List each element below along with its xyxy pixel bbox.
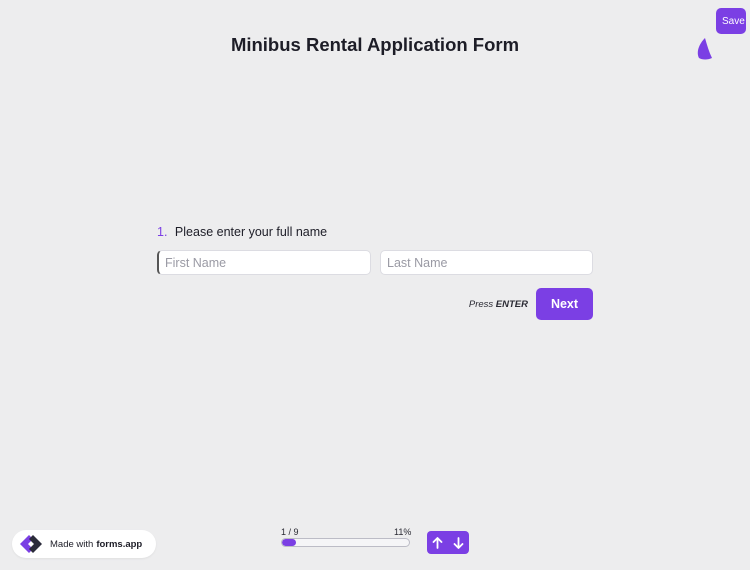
question-navigation [427,531,469,554]
first-name-input[interactable] [157,250,371,275]
arrow-up-icon [432,536,443,549]
previous-question-button[interactable] [427,531,448,554]
form-title: Minibus Rental Application Form [230,34,520,55]
progress-percent: 11% [394,527,412,537]
made-with-badge[interactable]: Made with forms.app [12,530,156,558]
progress-bar-fill [282,539,296,546]
next-question-button[interactable] [448,531,469,554]
progress-bar [281,538,410,547]
next-button[interactable]: Next [536,288,593,320]
save-button[interactable]: Save [716,8,746,34]
last-name-input[interactable] [380,250,593,275]
enter-key-label: ENTER [495,299,528,310]
press-enter-hint: Press ENTER [440,299,528,310]
question-label: 1. Please enter your full name [157,225,327,239]
made-with-label: Made with [50,538,94,550]
form-page: Save Minibus Rental Application Form 1. … [0,0,750,570]
press-label: Press [468,299,494,310]
arrow-down-icon [453,536,464,549]
question-text: Please enter your full name [174,225,328,239]
full-name-fields [157,250,593,275]
progress-step: 1 / 9 [281,527,299,537]
question-number: 1. [157,225,168,239]
forms-app-logo-icon [20,535,42,553]
brand-name: forms.app [96,538,143,550]
